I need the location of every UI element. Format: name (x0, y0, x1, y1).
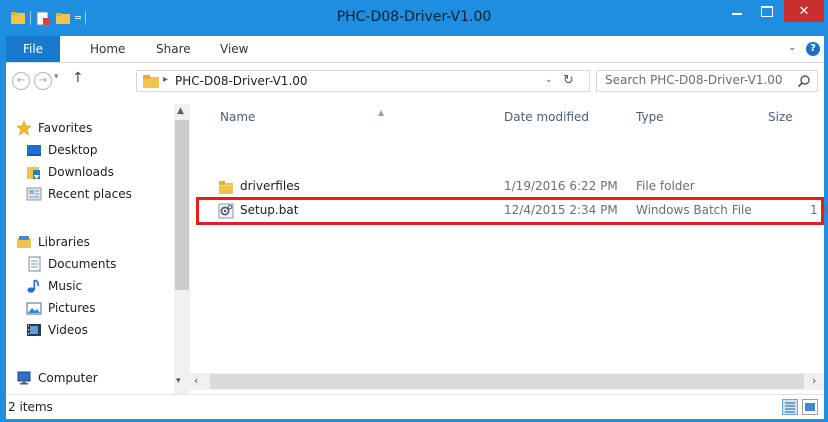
up-button[interactable]: ↑ (72, 70, 84, 86)
search-box[interactable] (596, 70, 818, 92)
pictures-icon (26, 302, 42, 315)
scroll-left-icon[interactable]: ‹ (194, 374, 198, 387)
sidebar-item-label: Documents (48, 257, 117, 271)
desktop-icon (27, 145, 41, 156)
documents-icon (28, 256, 41, 272)
maximize-button[interactable] (752, 0, 782, 22)
sidebar-item-label: Downloads (48, 165, 114, 179)
minimize-button[interactable] (722, 0, 752, 22)
details-view-button[interactable] (782, 399, 798, 415)
large-icons-view-button[interactable] (802, 399, 818, 415)
chevron-down-icon: ▾ (176, 376, 181, 386)
column-header-date-modified[interactable]: Date modified (504, 110, 589, 132)
navigation-bar: ← → ▾ ↑ ▸ PHC-D08-Driver-V1.00 ⌄ ↻ (6, 63, 824, 97)
forward-button[interactable]: → (34, 72, 52, 90)
file-name: driverfiles (240, 179, 300, 193)
sidebar-item-music[interactable]: Music (26, 276, 82, 296)
downloads-icon (27, 167, 40, 179)
sidebar-item-label: Recent places (48, 187, 132, 201)
sidebar-item-label: Desktop (48, 143, 98, 157)
large-icons-view-icon (805, 403, 815, 411)
address-dropdown-icon[interactable]: ⌄ (545, 75, 553, 85)
status-bar: 2 items (6, 394, 824, 419)
refresh-icon[interactable]: ↻ (563, 73, 574, 88)
forward-arrow-icon: → (38, 75, 48, 86)
folder-icon (143, 75, 159, 88)
expand-ribbon-icon[interactable]: ⌄ (788, 42, 796, 53)
highlight-box (196, 197, 824, 225)
tab-file[interactable]: File (6, 36, 60, 62)
maximize-icon (761, 5, 773, 17)
sidebar-item-pictures[interactable]: Pictures (26, 298, 96, 318)
column-header-type[interactable]: Type (636, 110, 664, 132)
window-title: PHC-D08-Driver-V1.00 (336, 9, 492, 25)
search-input[interactable] (605, 73, 785, 87)
star-icon (16, 120, 32, 136)
tab-view[interactable]: View (220, 36, 248, 62)
close-icon: ✕ (798, 3, 810, 19)
recent-locations-dropdown[interactable]: ▾ (54, 72, 59, 82)
sidebar-item-label: Videos (48, 323, 88, 337)
column-header-label: Name (220, 110, 256, 124)
ribbon: File Home Share View ⌄ ? (6, 36, 824, 63)
file-date-modified: 1/19/2016 6:22 PM (504, 179, 618, 193)
explorer-window: ═ PHC-D08-Driver-V1.00 ✕ File Home Share… (0, 0, 828, 422)
sidebar-item-libraries[interactable]: Libraries (16, 232, 90, 252)
sidebar-item-label: Computer (38, 371, 98, 385)
back-arrow-icon: ← (16, 75, 26, 86)
details-view-icon (785, 402, 795, 413)
table-row[interactable]: driverfiles 1/19/2016 6:22 PM File folde… (190, 176, 824, 198)
scrollbar-thumb[interactable] (210, 374, 804, 389)
column-header-name[interactable]: Name ▲ (220, 108, 384, 132)
sidebar-item-label: Music (48, 279, 83, 293)
music-icon (27, 279, 39, 293)
file-type: File folder (636, 179, 695, 193)
folder-icon (219, 181, 233, 194)
sidebar-item-desktop[interactable]: Desktop (26, 140, 98, 160)
scroll-up-icon[interactable]: ▲ (177, 106, 184, 116)
tab-share[interactable]: Share (156, 36, 191, 62)
breadcrumb[interactable]: PHC-D08-Driver-V1.00 (175, 74, 308, 88)
close-button[interactable]: ✕ (784, 0, 824, 22)
sidebar-item-favorites[interactable]: Favorites (16, 118, 92, 138)
sidebar-item-videos[interactable]: Videos (26, 320, 88, 340)
back-button[interactable]: ← (12, 72, 30, 90)
navigation-pane: Favorites Desktop Downloads Recent place… (6, 104, 174, 392)
file-list: Name ▲ Date modified Type Size driverfil… (190, 104, 828, 394)
minimize-icon (732, 13, 742, 15)
help-icon[interactable]: ? (806, 42, 820, 56)
recent-places-icon (26, 187, 42, 201)
scrollbar-thumb[interactable] (175, 120, 189, 290)
sidebar-item-computer[interactable]: Computer (16, 368, 98, 388)
sidebar-item-label: Libraries (38, 235, 90, 249)
search-icon[interactable] (797, 74, 811, 88)
address-bar[interactable]: ▸ PHC-D08-Driver-V1.00 ⌄ ↻ (136, 70, 590, 92)
libraries-icon (17, 236, 31, 248)
sidebar-item-label: Favorites (38, 121, 93, 135)
sidebar-item-label: Pictures (48, 301, 96, 315)
title-bar[interactable]: ═ PHC-D08-Driver-V1.00 ✕ (0, 0, 828, 36)
videos-icon (27, 324, 41, 336)
horizontal-scrollbar[interactable]: ‹ › (190, 373, 824, 390)
sidebar-item-documents[interactable]: Documents (26, 254, 116, 274)
scroll-right-icon[interactable]: › (812, 374, 816, 387)
scroll-corner: ▾ (174, 373, 190, 390)
sidebar-item-downloads[interactable]: Downloads (26, 162, 114, 182)
sort-ascending-icon: ▲ (378, 108, 385, 117)
item-count: 2 items (8, 400, 53, 414)
sidebar-item-recent-places[interactable]: Recent places (26, 184, 132, 204)
tab-home[interactable]: Home (90, 36, 125, 62)
window-body: File Home Share View ⌄ ? ← → ▾ ↑ ▸ PHC-D… (6, 36, 828, 419)
navigation-pane-scrollbar[interactable]: ▲ (174, 104, 190, 394)
breadcrumb-separator[interactable]: ▸ (163, 74, 168, 85)
column-header-size[interactable]: Size (768, 110, 793, 132)
computer-icon (17, 371, 31, 385)
